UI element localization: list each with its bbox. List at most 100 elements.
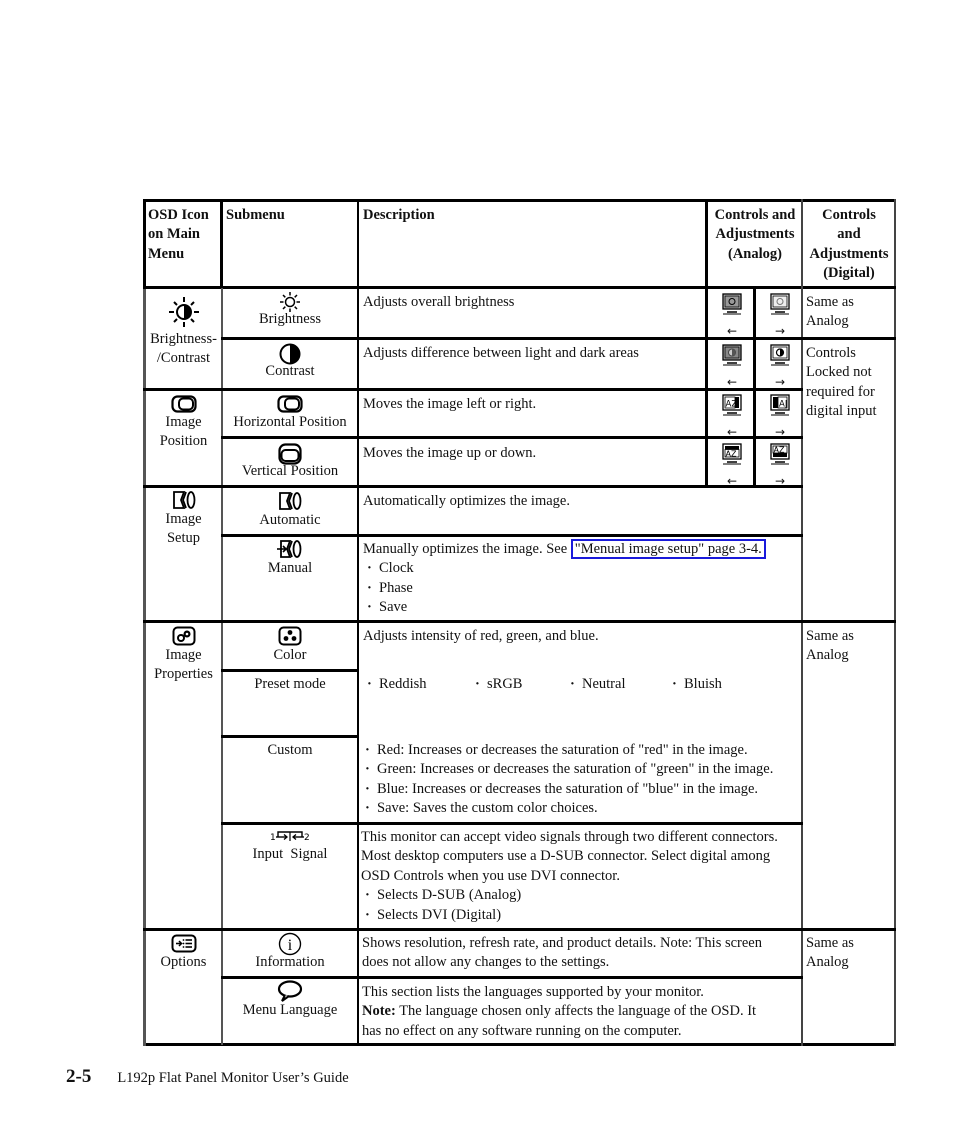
control-horizontal-right[interactable]: AJ → (757, 394, 803, 439)
monitor-az-right-icon: AJ (770, 394, 790, 416)
group-label: Image (165, 647, 202, 663)
header-osd-icon: OSD Icon on Main Menu (148, 206, 220, 264)
description-input-signal: This monitor can accept video signals th… (361, 828, 803, 925)
col-divider-1-header (220, 199, 223, 288)
description-information: Shows resolution, refresh rate, and prod… (362, 934, 800, 973)
digital-text: Same as (806, 935, 854, 951)
header-osd-icon-line: Menu (148, 245, 185, 262)
preset-option-neutral: Neutral (566, 675, 625, 694)
digital-text: Same as (806, 628, 854, 644)
right-arrow-icon: → (774, 375, 786, 389)
bullet-item: Save (363, 598, 799, 617)
header-divider (143, 286, 896, 289)
manual-setup-icon (277, 540, 302, 558)
group-image-properties: Image Properties (146, 626, 221, 685)
note-text: The language chosen only affects the lan… (395, 1003, 757, 1020)
horizontal-position-icon (277, 395, 303, 413)
bullet-item: Phase (363, 579, 799, 598)
digital-text: required for (806, 383, 875, 400)
group-brightness-contrast: Brightness- /Contrast (146, 296, 221, 369)
monitor-brightness-down-icon (722, 293, 742, 315)
digital-text: Locked not (806, 364, 872, 381)
control-vertical-up[interactable]: AZ → (757, 443, 803, 488)
monitor-az-up-icon: AZ (770, 443, 790, 465)
monitor-brightness-up-icon (770, 293, 790, 315)
svg-text:AJ: AJ (779, 400, 787, 410)
image-position-icon (170, 395, 197, 413)
submenu-vertical-position: Vertical Position (223, 443, 357, 481)
group-label: Image (165, 414, 202, 430)
bullet-item: Selects DVI (Digital) (361, 906, 803, 925)
color-icon (278, 626, 302, 646)
description-line: does not allow any changes to the settin… (362, 954, 610, 971)
header-analog: Controls and Adjustments (Analog) (708, 206, 802, 264)
description-line: This monitor can accept video signals th… (361, 829, 778, 845)
speech-bubble-icon (277, 980, 303, 1002)
input-1-label: 1 (270, 833, 276, 843)
svg-text:AZ: AZ (726, 450, 737, 459)
digital-text: Same as (806, 294, 854, 310)
submenu-horizontal-position: Horizontal Position (223, 395, 357, 432)
submenu-brightness: Brightness (223, 292, 357, 329)
note-text: has no effect on any software running on… (362, 1022, 682, 1039)
control-contrast-increase[interactable]: → (757, 344, 803, 389)
input-2-label: 2 (304, 833, 310, 843)
svg-text:AZ: AZ (726, 400, 738, 410)
control-horizontal-left[interactable]: AZ ← (709, 394, 755, 439)
image-setup-icon (172, 491, 195, 509)
control-brightness-decrease[interactable]: ← (709, 293, 755, 338)
bullet-item: Blue: Increases or decreases the saturat… (361, 780, 801, 799)
row-divider-color (221, 669, 359, 672)
submenu-color: Color (223, 626, 357, 665)
image-properties-icon (172, 626, 195, 646)
description-line: Shows resolution, refresh rate, and prod… (362, 935, 762, 951)
submenu-contrast: Contrast (223, 343, 357, 381)
submenu-label: Vertical Position (241, 463, 339, 479)
automatic-setup-icon (279, 492, 302, 510)
description-line: OSD Controls when you use DVI connector. (361, 867, 620, 884)
header-analog-line: Adjustments (715, 226, 795, 243)
submenu-label: Menu Language (242, 1002, 338, 1018)
submenu-label: Input Signal (252, 846, 328, 862)
submenu-input-signal: 1 2 Input Signal (223, 829, 357, 864)
description-color: Adjusts intensity of red, green, and blu… (363, 628, 599, 644)
table-border-left-header (143, 199, 146, 288)
submenu-label: Brightness (258, 311, 322, 327)
submenu-label: Information (255, 954, 325, 970)
right-arrow-icon: → (774, 324, 786, 338)
control-vertical-down[interactable]: AZ ← (709, 443, 755, 488)
left-arrow-icon: ← (726, 474, 738, 488)
control-brightness-increase[interactable]: → (757, 293, 803, 338)
submenu-label: Automatic (259, 512, 321, 528)
submenu-label: Manual (267, 560, 313, 576)
document-title: L192p Flat Panel Monitor User’s Guide (117, 1070, 349, 1086)
row-divider-input (143, 928, 896, 931)
row-divider-preset (221, 735, 359, 738)
bullet-item: Selects D-SUB (Analog) (361, 886, 803, 905)
header-submenu: Submenu (226, 207, 285, 223)
row-divider-vpos (143, 485, 803, 488)
monitor-az-left-icon: AZ (722, 394, 742, 416)
row-divider-manual (143, 620, 896, 623)
description-line: This section lists the languages support… (362, 984, 704, 1000)
svg-text:AZ: AZ (774, 446, 785, 455)
left-arrow-icon: ← (726, 375, 738, 389)
digital-contrast-locked: Controls Locked not required for digital… (806, 344, 894, 422)
page-footer: 2-5 L192p Flat Panel Monitor User’s Guid… (66, 1066, 349, 1088)
submenu-label: Color (273, 647, 307, 663)
submenu-custom: Custom (267, 742, 313, 758)
description-line: Most desktop computers use a D-SUB conne… (361, 848, 771, 865)
submenu-label: Horizontal Position (233, 414, 347, 430)
monitor-contrast-up-icon (770, 344, 790, 366)
digital-text: Controls (806, 345, 856, 361)
header-osd-icon-line: on Main (148, 226, 200, 243)
submenu-label: Contrast (265, 363, 315, 379)
row-divider-contrast (143, 388, 803, 391)
description-vertical-position: Moves the image up or down. (363, 445, 537, 461)
control-contrast-decrease[interactable]: ← (709, 344, 755, 389)
header-description: Description (363, 207, 435, 223)
group-label: Properties (154, 666, 213, 683)
manual-image-setup-link[interactable]: "Menual image setup" page 3-4. (570, 539, 766, 559)
group-label: Options (160, 954, 207, 970)
description-brightness: Adjusts overall brightness (363, 294, 515, 310)
